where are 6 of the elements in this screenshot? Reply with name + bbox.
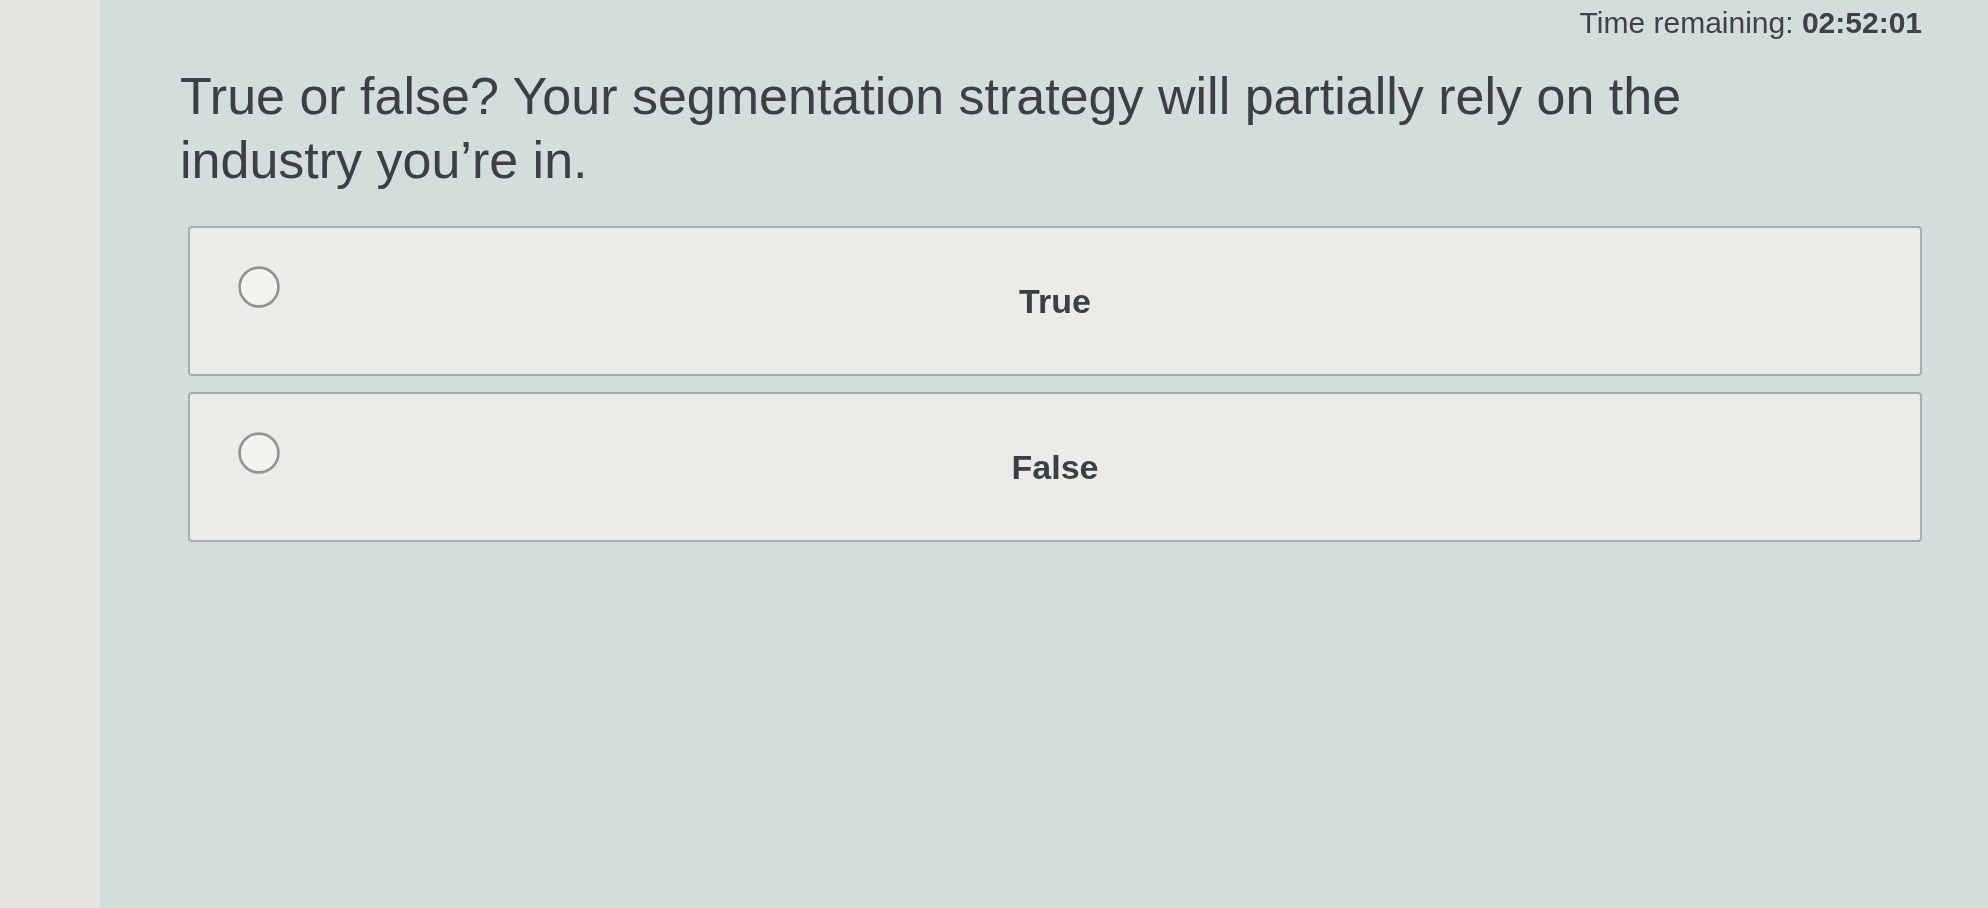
question-text: True or false? Your segmentation strategy will partially rely on the industry you’re in. (180, 66, 1683, 191)
answer-option[interactable]: True (188, 226, 1922, 376)
time-remaining: Time remaining: 02:52:01 (1579, 5, 1922, 41)
radio-icon[interactable] (238, 432, 280, 474)
answer-option[interactable]: False (188, 392, 1922, 542)
radio-icon[interactable] (238, 266, 280, 308)
